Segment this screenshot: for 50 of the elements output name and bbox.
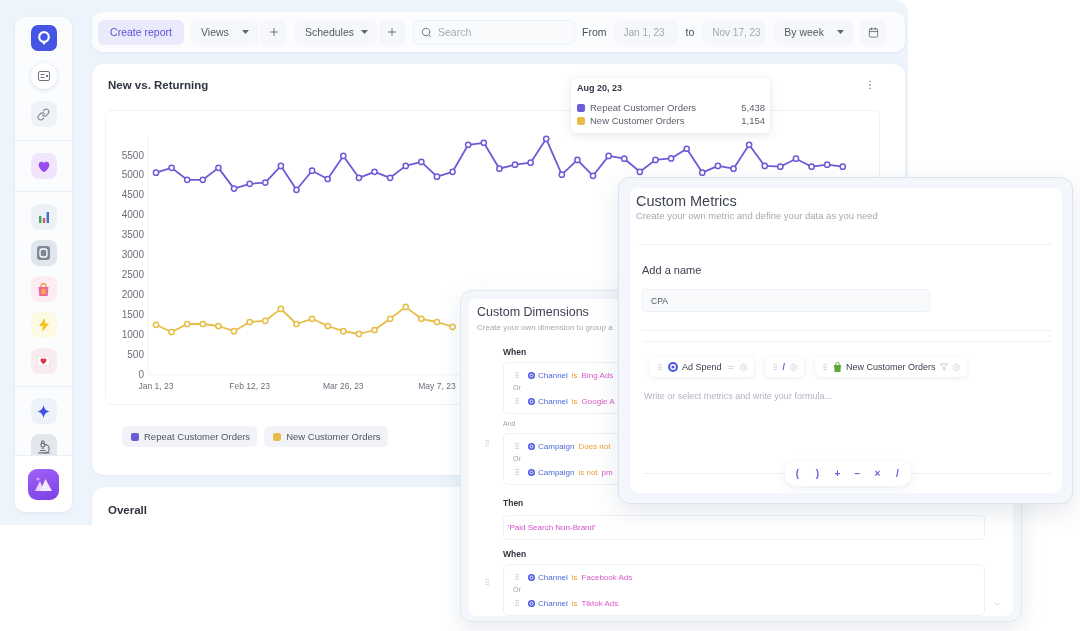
- panel-title: Custom Dimensions: [477, 305, 589, 320]
- y-axis-label: 2000: [121, 288, 144, 300]
- y-axis-label: 5500: [121, 149, 144, 161]
- y-axis-label: 3000: [121, 249, 144, 261]
- x-axis-label: Mar 26, 23: [323, 381, 364, 392]
- card-title: Overall: [108, 503, 147, 517]
- y-axis-label: 4500: [121, 189, 144, 201]
- condition-operator: is: [571, 598, 578, 608]
- x-axis-label: May 7, 23: [418, 381, 456, 392]
- condition-operator: Does not: [578, 441, 611, 451]
- condition-field: Channel: [538, 572, 568, 582]
- y-axis-label: 2500: [121, 269, 144, 281]
- tooltip-date: Aug 20, 23: [577, 83, 624, 94]
- condition-field: Channel: [538, 598, 568, 608]
- condition-value: Facebook Ads: [581, 572, 633, 582]
- condition-value: pm: [601, 467, 613, 477]
- y-axis-label: 1500: [121, 308, 144, 320]
- condition-operator: is: [571, 370, 578, 380]
- x-axis-label: Jan 1, 23: [138, 381, 174, 392]
- field-label: Add a name: [642, 263, 702, 277]
- y-axis-label: 0: [138, 368, 144, 380]
- condition-field: Campaign: [538, 467, 575, 477]
- panel-title: Custom Metrics: [636, 193, 737, 210]
- tooltip-value: 5,438: [741, 102, 765, 113]
- tooltip-label: Repeat Customer Orders: [590, 102, 698, 113]
- card-title: New vs. Returning: [108, 78, 209, 92]
- x-axis-label: Feb 12, 23: [229, 381, 270, 392]
- condition-operator: is: [571, 572, 578, 582]
- y-axis-label: 500: [127, 348, 144, 360]
- condition-operator: is not: [578, 467, 598, 477]
- condition-value: Bing Ads: [581, 370, 614, 380]
- from-label: From: [582, 26, 607, 38]
- rule-label: When: [503, 346, 527, 359]
- condition-value: Tiktok Ads: [581, 598, 619, 608]
- panel-subtitle: Create your own dimension to group a: [477, 322, 613, 333]
- rule-label: Then: [503, 497, 524, 510]
- y-axis-label: 1000: [121, 328, 144, 340]
- condition-field: Channel: [538, 396, 568, 406]
- y-axis-label: 4000: [121, 209, 144, 221]
- tooltip-label: New Customer Orders: [590, 115, 686, 126]
- y-axis-label: 5000: [121, 169, 144, 181]
- to-label: to: [685, 26, 695, 38]
- panel-subtitle: Create your own metric and define your data as you need: [636, 210, 878, 222]
- tooltip-value: 1,154: [741, 115, 765, 126]
- condition-value: Google A: [581, 396, 615, 406]
- condition-operator: is: [571, 396, 578, 406]
- condition-field: Channel: [538, 370, 568, 380]
- y-axis-label: 3500: [121, 229, 144, 241]
- rule-label: When: [503, 548, 527, 561]
- condition-field: Campaign: [538, 441, 575, 451]
